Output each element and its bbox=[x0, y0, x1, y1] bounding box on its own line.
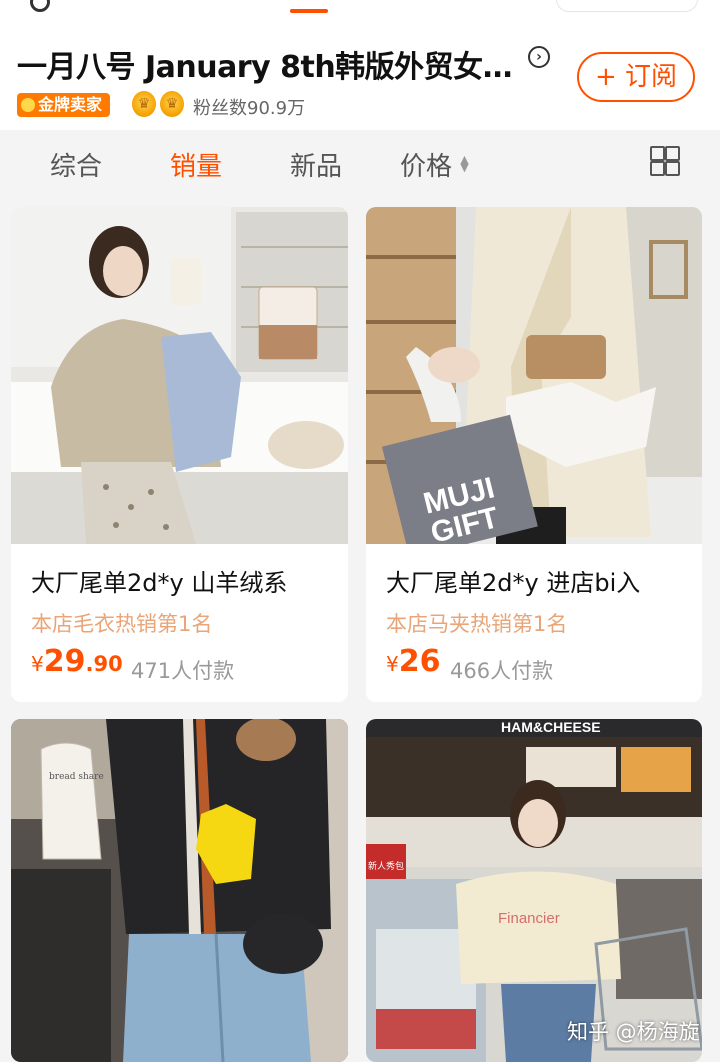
product-photo: HAM&CHEESE 新人秀包 Financier bbox=[366, 719, 702, 1062]
product-title: 大厂尾单2d*y 山羊绒系 bbox=[31, 569, 288, 597]
badge-label: 金牌卖家 bbox=[38, 95, 103, 114]
subscribe-button[interactable]: + 订阅 bbox=[577, 52, 695, 102]
price-symbol: ¥ bbox=[386, 652, 399, 676]
store-sign-text: HAM&CHEESE bbox=[501, 719, 601, 735]
crown-icon: ♛ bbox=[160, 91, 184, 117]
product-card[interactable]: bread share bbox=[11, 719, 348, 1062]
product-card[interactable]: MUJI GIFT 大厂尾单2d*y 进店bi入 本店马夹热销第1名 ¥26 4… bbox=[366, 207, 702, 702]
sales-count: 471人付款 bbox=[131, 659, 235, 683]
shop-name[interactable]: 一月八号 January 8th韩版外贸女… bbox=[17, 42, 517, 86]
price-integer: 26 bbox=[398, 644, 441, 679]
product-photo: bread share bbox=[11, 719, 348, 1062]
shirt-print-text: Financier bbox=[498, 910, 560, 927]
product-photo: MUJI GIFT bbox=[366, 207, 702, 544]
shop-header: 一月八号 January 8th韩版外贸女… › + 订阅 金牌卖家 ♛ ♛ 粉… bbox=[0, 22, 720, 130]
price-symbol: ¥ bbox=[31, 652, 44, 676]
product-rank-tag: 本店马夹热销第1名 bbox=[386, 612, 568, 636]
product-title: 大厂尾单2d*y 进店bi入 bbox=[386, 569, 641, 597]
active-tab-indicator bbox=[290, 9, 328, 13]
sort-tab-price-label: 价格 bbox=[400, 152, 453, 182]
product-photo bbox=[11, 207, 348, 544]
sort-bar: 综合 销量 新品 价格 ▲ ▼ bbox=[0, 130, 720, 206]
grid-view-icon[interactable] bbox=[650, 146, 680, 176]
fans-count: 粉丝数90.9万 bbox=[193, 98, 306, 119]
top-nav-strip bbox=[0, 0, 720, 22]
sort-tab-new[interactable]: 新品 bbox=[290, 146, 342, 183]
sort-tab-sales[interactable]: 销量 bbox=[170, 146, 222, 183]
sales-count: 466人付款 bbox=[450, 659, 554, 683]
promo-sign-text: 新人秀包 bbox=[368, 860, 404, 872]
product-rank-tag: 本店毛衣热销第1名 bbox=[31, 612, 213, 636]
sort-tab-price[interactable]: 价格 ▲ ▼ bbox=[400, 146, 472, 183]
product-card[interactable]: HAM&CHEESE 新人秀包 Financier bbox=[366, 719, 702, 1062]
product-price: ¥29.90 bbox=[31, 644, 123, 679]
sort-arrows-icon: ▲ ▼ bbox=[460, 153, 469, 174]
watermark: 知乎 @杨海旋 bbox=[567, 1020, 700, 1044]
product-card[interactable]: 大厂尾单2d*y 山羊绒系 本店毛衣热销第1名 ¥29.90 471人付款 bbox=[11, 207, 348, 702]
price-integer: 29 bbox=[43, 644, 86, 679]
chevron-right-icon[interactable]: › bbox=[528, 46, 550, 68]
medal-icon bbox=[21, 98, 35, 112]
crown-icon: ♛ bbox=[132, 91, 156, 117]
top-pill-button[interactable] bbox=[556, 0, 698, 12]
product-price: ¥26 bbox=[386, 644, 440, 679]
search-icon[interactable] bbox=[30, 0, 50, 12]
gold-seller-badge: 金牌卖家 bbox=[17, 93, 111, 117]
stand-sign-text: bread share bbox=[49, 772, 104, 782]
sort-tab-comprehensive[interactable]: 综合 bbox=[50, 146, 102, 183]
price-decimal: .90 bbox=[85, 652, 123, 676]
